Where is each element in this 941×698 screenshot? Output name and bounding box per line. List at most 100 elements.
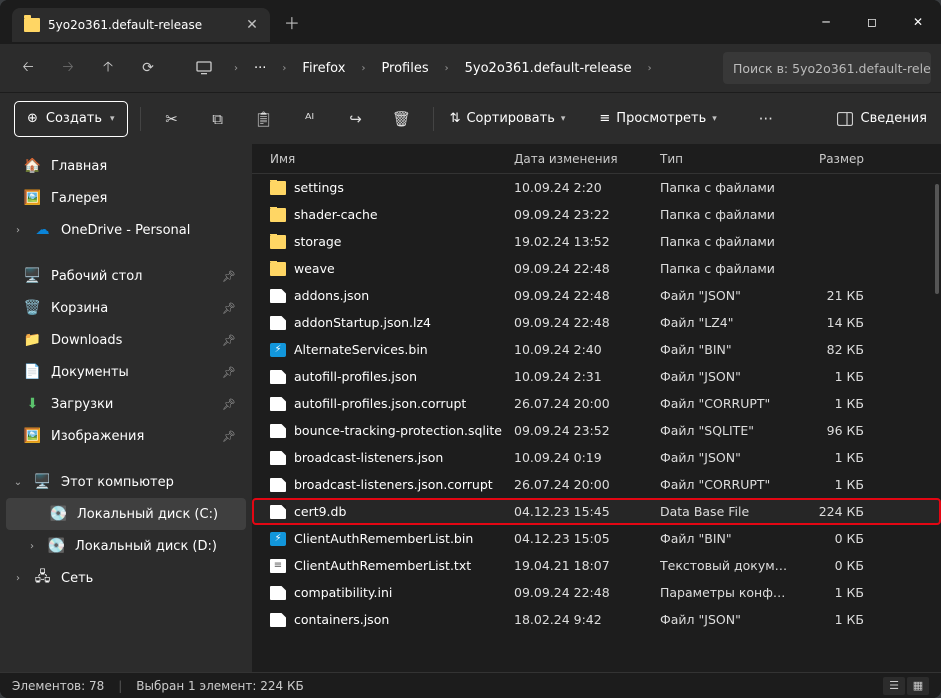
sidebar-desktop[interactable]: 🖥️Рабочий стол📌︎	[6, 260, 246, 292]
folder-icon	[24, 18, 40, 32]
cut-button[interactable]: ✂	[153, 101, 191, 137]
sidebar-disk-c[interactable]: 💽Локальный диск (C:)	[6, 498, 246, 530]
file-row[interactable]: ClientAuthRememberList.txt19.04.21 18:07…	[252, 552, 941, 579]
details-button[interactable]: Сведения	[837, 111, 928, 126]
sidebar-thispc[interactable]: ⌄🖥️Этот компьютер	[6, 466, 246, 498]
file-date: 10.09.24 2:20	[514, 180, 660, 195]
maximize-button[interactable]: ◻	[849, 0, 895, 44]
forward-button: 🡢	[50, 50, 86, 86]
breadcrumb-firefox[interactable]: Firefox	[298, 57, 349, 80]
refresh-button[interactable]: ⟳	[130, 50, 166, 86]
tab-current[interactable]: 5yo2o361.default-release ✕	[12, 8, 270, 42]
file-icon	[270, 559, 286, 573]
back-button[interactable]: 🡠	[10, 50, 46, 86]
file-name: broadcast-listeners.json.corrupt	[294, 477, 493, 492]
status-count: Элементов: 78	[12, 679, 104, 693]
file-row[interactable]: containers.json18.02.24 9:42Файл "JSON"1…	[252, 606, 941, 633]
file-name: shader-cache	[294, 207, 378, 222]
view-grid-icon[interactable]: ▦	[907, 677, 929, 695]
file-row[interactable]: compatibility.ini09.09.24 22:48Параметры…	[252, 579, 941, 606]
file-type: Текстовый докум…	[660, 558, 800, 573]
sidebar-recycle[interactable]: 🗑️Корзина📌︎	[6, 292, 246, 324]
file-date: 26.07.24 20:00	[514, 477, 660, 492]
file-type: Файл "LZ4"	[660, 315, 800, 330]
file-row[interactable]: broadcast-listeners.json.corrupt 26.07.24…	[252, 471, 941, 498]
new-tab-button[interactable]: ＋	[284, 10, 300, 34]
breadcrumb-profiles[interactable]: Profiles	[377, 57, 432, 80]
file-name: containers.json	[294, 612, 389, 627]
file-type: Файл "JSON"	[660, 288, 800, 303]
details-pane-icon	[837, 112, 853, 126]
tab-close-icon[interactable]: ✕	[246, 17, 258, 33]
file-icon	[270, 451, 286, 465]
file-icon	[270, 316, 286, 330]
file-row[interactable]: autofill-profiles.json10.09.24 2:31Файл …	[252, 363, 941, 390]
sidebar-downloads-ru[interactable]: ⬇Загрузки📌︎	[6, 388, 246, 420]
sort-button[interactable]: ⇅ Сортировать ▾	[446, 111, 570, 126]
file-name: weave	[294, 261, 335, 276]
file-size: 96 КБ	[800, 423, 874, 438]
file-name: bounce-tracking-protection.sqlite	[294, 423, 502, 438]
breadcrumb-overflow[interactable]: ···	[250, 57, 270, 80]
more-button[interactable]: ···	[747, 101, 785, 137]
file-name: addons.json	[294, 288, 369, 303]
search-input[interactable]: Поиск в: 5yo2o361.default-rele	[723, 52, 931, 84]
up-button[interactable]: 🡡	[90, 50, 126, 86]
file-name: autofill-profiles.json.corrupt	[294, 396, 466, 411]
pin-icon: 📌︎	[222, 270, 236, 283]
sidebar-pictures[interactable]: 🖼️Изображения📌︎	[6, 420, 246, 452]
copy-button[interactable]: ⧉	[199, 101, 237, 137]
delete-button[interactable]: 🗑︎	[383, 101, 421, 137]
sidebar-network[interactable]: ›🖧Сеть	[6, 562, 246, 594]
file-size: 21 КБ	[800, 288, 874, 303]
sidebar-gallery[interactable]: 🖼️Галерея	[6, 182, 246, 214]
new-button[interactable]: ⊕ Создать ▾	[14, 101, 128, 137]
view-button[interactable]: ≡ Просмотреть ▾	[595, 111, 720, 126]
file-row[interactable]: ClientAuthRememberList.bin04.12.23 15:05…	[252, 525, 941, 552]
col-size[interactable]: Размер	[800, 152, 874, 166]
file-row[interactable]: shader-cache09.09.24 23:22Папка с файлам…	[252, 201, 941, 228]
file-date: 09.09.24 22:48	[514, 585, 660, 600]
pc-icon[interactable]	[186, 50, 222, 86]
rename-button[interactable]: ᴬᴵ	[291, 101, 329, 137]
file-row[interactable]: autofill-profiles.json.corrupt26.07.24 2…	[252, 390, 941, 417]
file-name: ClientAuthRememberList.txt	[294, 558, 471, 573]
sidebar: 🏠Главная 🖼️Галерея ›☁OneDrive - Personal…	[0, 144, 252, 672]
sidebar-onedrive[interactable]: ›☁OneDrive - Personal	[6, 214, 246, 246]
minimize-button[interactable]: ─	[803, 0, 849, 44]
sidebar-home[interactable]: 🏠Главная	[6, 150, 246, 182]
file-row[interactable]: cert9.db04.12.23 15:45Data Base File224 …	[252, 498, 941, 525]
file-icon	[270, 613, 286, 627]
file-row[interactable]: bounce-tracking-protection.sqlite09.09.2…	[252, 417, 941, 444]
share-button[interactable]: ↪	[337, 101, 375, 137]
file-icon	[270, 343, 286, 357]
chevron-down-icon: ▾	[110, 114, 115, 124]
sidebar-downloads[interactable]: 📁Downloads📌︎	[6, 324, 246, 356]
breadcrumb-folder[interactable]: 5yo2o361.default-release	[461, 57, 636, 80]
file-row[interactable]: settings10.09.24 2:20Папка с файлами	[252, 174, 941, 201]
sidebar-disk-d[interactable]: ›💽Локальный диск (D:)	[6, 530, 246, 562]
folder-icon	[270, 262, 286, 276]
file-row[interactable]: weave09.09.24 22:48Папка с файлами	[252, 255, 941, 282]
close-button[interactable]: ✕	[895, 0, 941, 44]
col-name[interactable]: Имя	[262, 152, 514, 166]
file-size: 1 КБ	[800, 396, 874, 411]
file-row[interactable]: addons.json09.09.24 22:48Файл "JSON"21 К…	[252, 282, 941, 309]
file-type: Файл "BIN"	[660, 342, 800, 357]
file-list: settings10.09.24 2:20Папка с файламиshad…	[252, 174, 941, 672]
col-type[interactable]: Тип	[660, 152, 800, 166]
file-type: Параметры конф…	[660, 585, 800, 600]
file-row[interactable]: AlternateServices.bin10.09.24 2:40Файл "…	[252, 336, 941, 363]
file-type: Папка с файлами	[660, 207, 800, 222]
scrollbar-thumb[interactable]	[935, 184, 939, 294]
file-row[interactable]: addonStartup.json.lz409.09.24 22:48Файл …	[252, 309, 941, 336]
file-icon	[270, 586, 286, 600]
paste-button[interactable]: 📋︎	[245, 101, 283, 137]
file-type: Файл "JSON"	[660, 450, 800, 465]
file-row[interactable]: storage19.02.24 13:52Папка с файлами	[252, 228, 941, 255]
sidebar-documents[interactable]: 📄Документы📌︎	[6, 356, 246, 388]
file-size: 1 КБ	[800, 612, 874, 627]
file-row[interactable]: broadcast-listeners.json10.09.24 0:19Фай…	[252, 444, 941, 471]
view-details-icon[interactable]: ☰	[883, 677, 905, 695]
col-date[interactable]: Дата изменения	[514, 152, 660, 166]
